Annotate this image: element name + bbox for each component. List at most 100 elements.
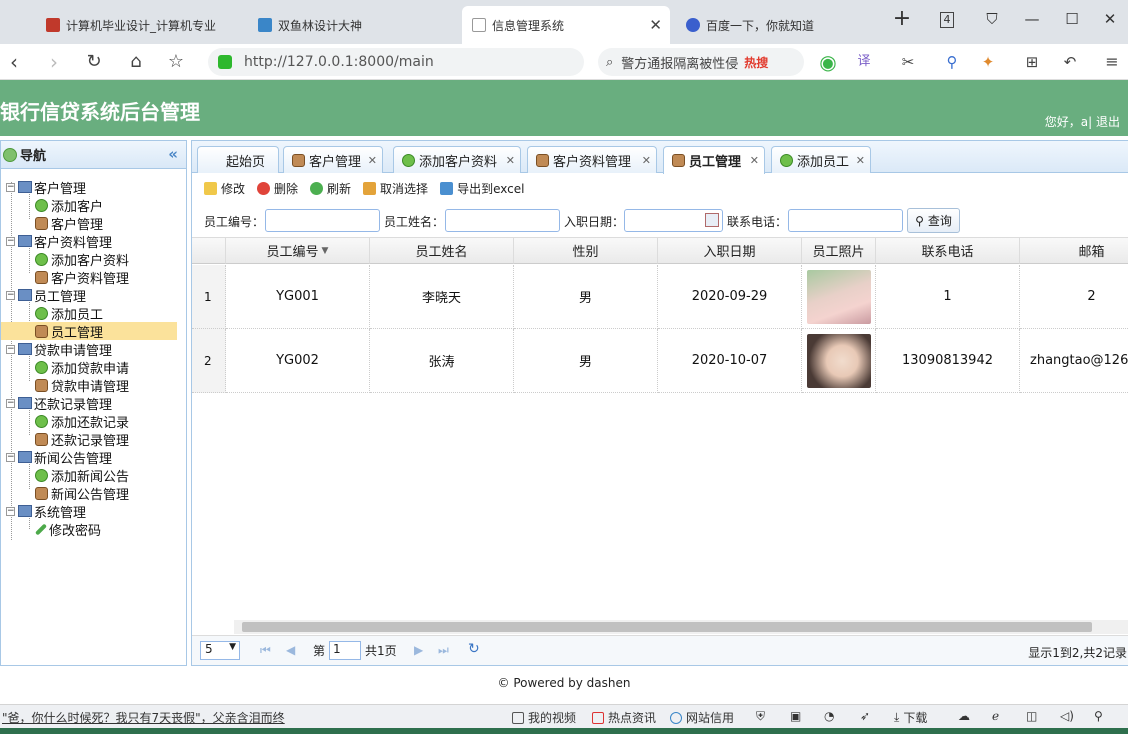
tab-add-customer-data[interactable]: 添加客户资料 ✕ bbox=[393, 146, 521, 173]
photo-cell[interactable] bbox=[802, 329, 876, 393]
shield-status-icon[interactable]: ⛨ bbox=[756, 709, 765, 724]
tree-item-customer-manage[interactable]: 客户管理 bbox=[35, 214, 103, 233]
game-icon[interactable]: ✦ bbox=[976, 50, 1000, 74]
table-cell[interactable]: YG001 bbox=[226, 265, 370, 329]
tree-item-add-news[interactable]: 添加新闻公告 bbox=[35, 466, 129, 485]
emp-no-input[interactable] bbox=[265, 209, 380, 232]
tree-group-repayment[interactable]: − 还款记录管理 bbox=[6, 394, 112, 413]
browser-search-field[interactable]: ⌕ 警方通报隔离被性侵 热搜 bbox=[598, 48, 804, 76]
tree-item-add-customer-data[interactable]: 添加客户资料 bbox=[35, 250, 129, 269]
collapse-toggle-icon[interactable]: − bbox=[6, 398, 15, 408]
horizontal-scrollbar[interactable] bbox=[234, 620, 1128, 634]
shield-extension-icon[interactable]: ◉ bbox=[816, 50, 840, 74]
collapse-toggle-icon[interactable]: − bbox=[6, 182, 15, 192]
table-cell[interactable]: 2 bbox=[1020, 265, 1128, 329]
delete-button[interactable]: 删除 bbox=[257, 180, 298, 197]
collapse-toggle-icon[interactable]: − bbox=[6, 290, 15, 300]
col-header-gender[interactable]: 性别 bbox=[514, 238, 658, 264]
browser-tab-1[interactable]: 计算机毕业设计_计算机专业 bbox=[36, 6, 246, 44]
tree-item-employee-manage[interactable]: 员工管理 bbox=[1, 322, 177, 341]
table-cell[interactable]: 2020-10-07 bbox=[658, 329, 802, 393]
prev-page-icon[interactable]: ◀ bbox=[286, 643, 295, 657]
refresh-button[interactable]: 刷新 bbox=[310, 180, 351, 197]
collapse-icon[interactable]: « bbox=[168, 145, 178, 163]
tab-customer-data-manage[interactable]: 客户资料管理 ✕ bbox=[527, 146, 657, 173]
browser-tab-4[interactable]: 百度一下，你就知道 bbox=[676, 6, 876, 44]
close-icon[interactable]: ✕ bbox=[506, 154, 515, 167]
status-download[interactable]: ⤓ 下载 bbox=[894, 709, 927, 726]
tab-customer-manage[interactable]: 客户管理 ✕ bbox=[283, 146, 383, 173]
apps-grid-icon[interactable]: ⊞ bbox=[1020, 50, 1044, 74]
maximize-button[interactable]: ☐ bbox=[1060, 10, 1084, 28]
col-header-phone[interactable]: 联系电话 bbox=[876, 238, 1020, 264]
table-cell[interactable]: zhangtao@126. bbox=[1020, 329, 1128, 393]
tree-group-customer-data[interactable]: − 客户资料管理 bbox=[6, 232, 112, 251]
tree-item-add-employee[interactable]: 添加员工 bbox=[35, 304, 103, 323]
star-icon[interactable]: ☆ bbox=[164, 50, 188, 74]
table-cell[interactable]: 1 bbox=[876, 265, 1020, 329]
table-cell[interactable]: YG002 bbox=[226, 329, 370, 393]
back-icon[interactable]: ‹ bbox=[2, 50, 26, 74]
tree-group-employee[interactable]: − 员工管理 bbox=[6, 286, 86, 305]
tree-item-loan-manage[interactable]: 贷款申请管理 bbox=[35, 376, 129, 395]
magnifier-icon[interactable]: ⚲ bbox=[940, 50, 964, 74]
tree-item-change-password[interactable]: 修改密码 bbox=[34, 520, 101, 539]
tree-item-repayment-manage[interactable]: 还款记录管理 bbox=[35, 430, 129, 449]
user-greeting-logout[interactable]: 您好，a| 退出 bbox=[1045, 113, 1120, 130]
table-cell[interactable]: 男 bbox=[514, 265, 658, 329]
minimize-button[interactable]: — bbox=[1020, 10, 1044, 28]
collapse-toggle-icon[interactable]: − bbox=[6, 452, 15, 462]
edit-button[interactable]: 修改 bbox=[204, 180, 245, 197]
tab-add-employee[interactable]: 添加员工 ✕ bbox=[771, 146, 871, 173]
col-header-hire-date[interactable]: 入职日期 bbox=[658, 238, 802, 264]
collapse-toggle-icon[interactable]: − bbox=[6, 506, 15, 516]
collapse-toggle-icon[interactable]: − bbox=[6, 344, 15, 354]
tree-group-customer[interactable]: − 客户管理 bbox=[6, 178, 86, 197]
row-number[interactable]: 2 bbox=[192, 329, 226, 393]
window-status-icon[interactable]: ◫ bbox=[1026, 709, 1037, 723]
tree-group-news[interactable]: − 新闻公告管理 bbox=[6, 448, 112, 467]
close-window-button[interactable]: ✕ bbox=[1098, 10, 1122, 28]
next-page-icon[interactable]: ▶ bbox=[414, 643, 423, 657]
new-tab-button[interactable]: + bbox=[890, 6, 914, 31]
first-page-icon[interactable]: ⏮ bbox=[260, 643, 271, 658]
tab-count-badge[interactable]: 4 bbox=[940, 12, 954, 28]
cancel-select-button[interactable]: 取消选择 bbox=[363, 180, 428, 197]
status-hot-news[interactable]: 热点资讯 bbox=[592, 709, 656, 726]
col-header-photo[interactable]: 员工照片 bbox=[802, 238, 876, 264]
close-icon[interactable]: ✕ bbox=[750, 154, 759, 167]
phone-input[interactable] bbox=[788, 209, 903, 232]
row-number[interactable]: 1 bbox=[192, 265, 226, 329]
scrollbar-thumb[interactable] bbox=[242, 622, 1092, 632]
emp-name-input[interactable] bbox=[445, 209, 560, 232]
last-page-icon[interactable]: ⏭ bbox=[438, 643, 449, 658]
page-size-select[interactable]: 5 ▼ bbox=[200, 641, 240, 660]
table-cell[interactable]: 男 bbox=[514, 329, 658, 393]
volume-icon[interactable]: ◁) bbox=[1060, 709, 1074, 723]
reload-icon[interactable]: ↻ bbox=[82, 50, 106, 74]
tree-item-add-customer[interactable]: 添加客户 bbox=[35, 196, 103, 215]
image-status-icon[interactable]: ▣ bbox=[790, 709, 801, 723]
forward-icon[interactable]: › bbox=[42, 50, 66, 74]
calendar-icon[interactable] bbox=[705, 213, 719, 227]
close-icon[interactable]: ✕ bbox=[642, 154, 651, 167]
news-ticker-link[interactable]: "爸，你什么时候死？我只有7天丧假"，父亲含泪而终 bbox=[2, 709, 285, 726]
hire-date-input[interactable] bbox=[624, 209, 723, 232]
rocket-status-icon[interactable]: ➶ bbox=[860, 709, 870, 723]
menu-icon[interactable]: ≡ bbox=[1100, 50, 1124, 74]
photo-cell[interactable] bbox=[802, 265, 876, 329]
url-field[interactable]: http://127.0.0.1:8000/main bbox=[208, 48, 584, 76]
tree-item-add-repayment[interactable]: 添加还款记录 bbox=[35, 412, 129, 431]
status-my-video[interactable]: 我的视频 bbox=[512, 709, 576, 726]
tree-item-news-manage[interactable]: 新闻公告管理 bbox=[35, 484, 129, 503]
col-header-email[interactable]: 邮箱 bbox=[1020, 238, 1128, 264]
table-cell[interactable]: 张涛 bbox=[370, 329, 514, 393]
undo-icon[interactable]: ↶ bbox=[1058, 50, 1082, 74]
collapse-toggle-icon[interactable]: − bbox=[6, 236, 15, 246]
tree-item-customer-data-manage[interactable]: 客户资料管理 bbox=[35, 268, 129, 287]
scissors-icon[interactable]: ✂ bbox=[896, 50, 920, 74]
tab-employee-manage[interactable]: 员工管理 ✕ bbox=[663, 146, 765, 174]
export-excel-button[interactable]: 导出到excel bbox=[440, 180, 524, 197]
zoom-icon[interactable]: ⚲ bbox=[1094, 709, 1103, 723]
tab-home[interactable]: 起始页 bbox=[197, 146, 279, 173]
